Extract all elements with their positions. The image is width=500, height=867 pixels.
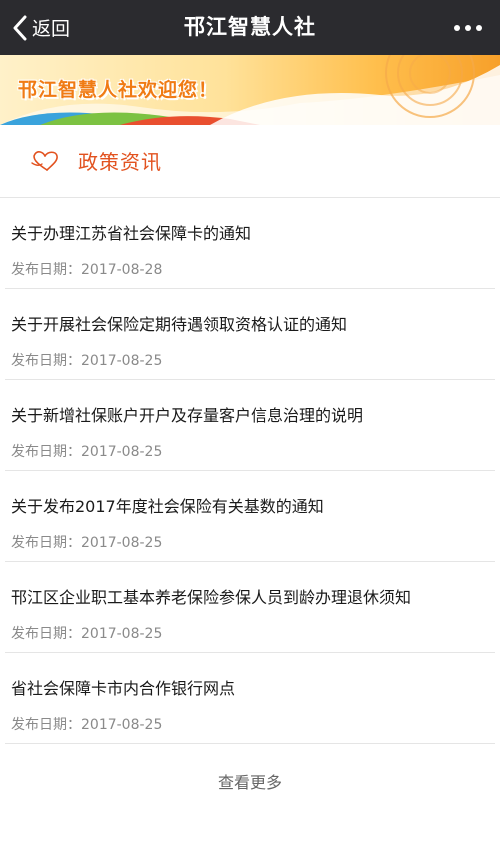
news-date: 发布日期：2017-08-28	[11, 262, 163, 278]
news-title: 关于办理江苏省社会保障卡的通知	[11, 224, 252, 243]
section-title: 政策资讯	[78, 150, 162, 174]
list-item[interactable]: 关于发布2017年度社会保险有关基数的通知 发布日期：2017-08-25	[5, 471, 495, 562]
news-date: 发布日期：2017-08-25	[11, 444, 163, 460]
section-header: 政策资讯	[0, 125, 500, 198]
news-date: 发布日期：2017-08-25	[11, 353, 163, 369]
news-date: 发布日期：2017-08-25	[11, 626, 163, 642]
news-title: 邗江区企业职工基本养老保险参保人员到龄办理退休须知	[11, 588, 412, 607]
list-item[interactable]: 邗江区企业职工基本养老保险参保人员到龄办理退休须知 发布日期：2017-08-2…	[5, 562, 495, 653]
news-title: 关于新增社保账户开户及存量客户信息治理的说明	[11, 406, 364, 425]
list-item[interactable]: 关于新增社保账户开户及存量客户信息治理的说明 发布日期：2017-08-25	[5, 380, 495, 471]
welcome-banner: 邗江智慧人社欢迎您！	[0, 55, 500, 125]
news-list: 关于办理江苏省社会保障卡的通知 发布日期：2017-08-28 关于开展社会保险…	[0, 198, 500, 744]
banner-welcome-text: 邗江智慧人社欢迎您！	[18, 79, 219, 101]
heart-icon	[31, 151, 58, 171]
news-date: 发布日期：2017-08-25	[11, 717, 163, 733]
more-menu-icon[interactable]	[454, 0, 482, 55]
list-item[interactable]: 关于开展社会保险定期待遇领取资格认证的通知 发布日期：2017-08-25	[5, 289, 495, 380]
news-title: 关于开展社会保险定期待遇领取资格认证的通知	[11, 315, 348, 334]
page-title: 邗江智慧人社	[184, 15, 316, 39]
list-item[interactable]: 省社会保障卡市内合作银行网点 发布日期：2017-08-25	[5, 653, 495, 744]
top-nav-bar: 返回 邗江智慧人社	[0, 0, 500, 55]
news-date: 发布日期：2017-08-25	[11, 535, 163, 551]
list-item[interactable]: 关于办理江苏省社会保障卡的通知 发布日期：2017-08-28	[5, 198, 495, 289]
load-more-button[interactable]: 查看更多	[0, 769, 500, 793]
news-title: 省社会保障卡市内合作银行网点	[11, 679, 236, 698]
news-title: 关于发布2017年度社会保险有关基数的通知	[11, 497, 324, 516]
